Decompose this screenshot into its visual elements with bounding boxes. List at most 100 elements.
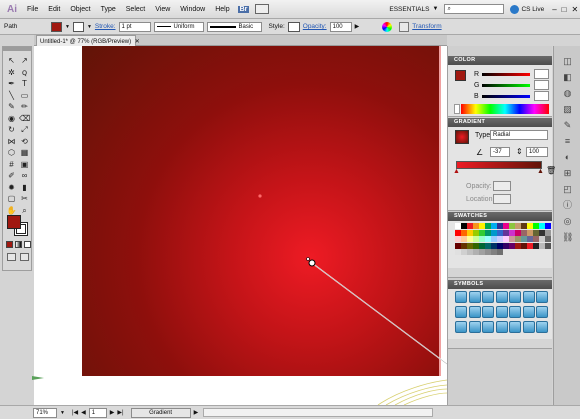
help-search-input[interactable]: ⌕ xyxy=(444,4,505,14)
fill-swatch[interactable] xyxy=(51,21,62,32)
stroke-icon[interactable]: ≡ xyxy=(562,136,573,147)
color-spectrum-bar[interactable] xyxy=(461,104,549,114)
symbol-item[interactable] xyxy=(482,291,494,303)
tools-fill-swatch[interactable] xyxy=(7,215,21,229)
rotate-icon[interactable]: ↻ xyxy=(6,124,17,135)
menu-window[interactable]: Window xyxy=(176,6,209,13)
first-artboard-icon[interactable]: |◀ xyxy=(72,409,78,416)
drawing-mode-icon[interactable] xyxy=(7,253,16,261)
fill-dropdown-icon[interactable]: ▼ xyxy=(65,24,70,30)
channel-r-slider[interactable] xyxy=(482,73,530,76)
symbol-item[interactable] xyxy=(522,321,535,333)
direct-selection-icon[interactable]: ↗ xyxy=(19,55,30,66)
symbol-item[interactable] xyxy=(495,306,508,318)
channel-g-field[interactable] xyxy=(534,80,549,90)
info-icon[interactable]: ⓘ xyxy=(562,200,573,211)
symbol-item[interactable] xyxy=(455,321,467,333)
swatch[interactable] xyxy=(545,229,551,236)
document-tab[interactable]: Untitled-1* @ 77% (RGB/Preview) ✕ xyxy=(36,35,140,46)
artboard-radial-gradient-rectangle[interactable] xyxy=(82,46,439,376)
artboard-number-field[interactable]: 1 xyxy=(88,407,107,418)
workspace-switcher[interactable]: ESSENTIALS xyxy=(389,6,429,13)
menu-select[interactable]: Select xyxy=(122,6,149,13)
pencil-icon[interactable]: ✏ xyxy=(19,101,30,112)
previous-artboard-icon[interactable]: ◀ xyxy=(81,409,86,416)
close-tab-icon[interactable]: ✕ xyxy=(135,39,140,45)
bridge-icon[interactable]: Br xyxy=(237,5,250,13)
cs-live-label[interactable]: CS Live xyxy=(521,6,544,13)
eyedropper-icon[interactable]: ✐ xyxy=(6,170,17,181)
stroke-label[interactable]: Stroke: xyxy=(95,23,116,30)
magic-wand-icon[interactable]: ✲ xyxy=(6,67,17,78)
symbol-item[interactable] xyxy=(522,291,535,303)
symbol-item[interactable] xyxy=(468,291,481,303)
swatch[interactable] xyxy=(545,223,551,229)
transform-link[interactable]: Transform xyxy=(412,23,441,30)
mesh-icon[interactable]: # xyxy=(6,159,17,170)
gradient-icon[interactable]: ▣ xyxy=(19,159,30,170)
symbol-item[interactable] xyxy=(468,321,481,333)
pen-icon[interactable]: ✒ xyxy=(6,78,17,89)
menu-help[interactable]: Help xyxy=(211,6,233,13)
status-menu-icon[interactable]: ▶ xyxy=(194,409,199,416)
symbol-item[interactable] xyxy=(482,321,494,333)
selection-icon[interactable]: ↖ xyxy=(6,55,17,66)
transparency-icon[interactable]: ◐ xyxy=(562,152,573,163)
symbol-item[interactable] xyxy=(495,321,508,333)
layers-icon[interactable]: ◫ xyxy=(562,56,573,67)
gradient-location-field[interactable] xyxy=(493,194,511,204)
hand-icon[interactable]: ✋ xyxy=(6,205,17,216)
zoom-dropdown-icon[interactable]: ▼ xyxy=(60,410,65,416)
lasso-icon[interactable]: ꞯ xyxy=(19,67,30,78)
brush-definition[interactable]: Basic xyxy=(206,21,262,32)
align-icon[interactable] xyxy=(399,21,410,32)
gradient-type-dropdown[interactable]: Radial xyxy=(490,130,548,140)
stroke-dropdown-icon[interactable]: ▼ xyxy=(87,24,92,30)
fill-color-swatch[interactable] xyxy=(455,70,466,81)
opacity-arrow-icon[interactable]: ▶ xyxy=(355,23,360,30)
menu-type[interactable]: Type xyxy=(97,6,120,13)
gradient-stop-left-icon[interactable]: ▲ xyxy=(453,168,460,175)
width-icon[interactable]: ⋈ xyxy=(6,136,17,147)
horizontal-scrollbar[interactable] xyxy=(203,408,434,417)
artboards-icon[interactable]: ◧ xyxy=(562,72,573,83)
symbol-item[interactable] xyxy=(536,321,548,333)
channel-b-slider[interactable] xyxy=(482,95,530,98)
symbol-item[interactable] xyxy=(455,291,467,303)
slice-icon[interactable]: ✂ xyxy=(19,193,30,204)
symbol-item[interactable] xyxy=(509,306,521,318)
gradient-ramp[interactable] xyxy=(456,161,542,169)
zoom-field[interactable]: 71% xyxy=(33,407,57,418)
menu-file[interactable]: File xyxy=(23,6,42,13)
gradient-aspect-field[interactable]: 100 xyxy=(526,147,548,157)
symbol-item[interactable] xyxy=(509,321,521,333)
channel-g-slider[interactable] xyxy=(482,84,530,87)
graphic-styles-icon[interactable]: ▨ xyxy=(562,104,573,115)
eraser-icon[interactable]: ⌫ xyxy=(19,113,30,124)
type-icon[interactable]: T xyxy=(19,78,30,89)
recolor-artwork-icon[interactable] xyxy=(382,21,393,32)
pathfinder-icon[interactable]: ◰ xyxy=(562,184,573,195)
swatch[interactable] xyxy=(545,242,551,249)
close-button[interactable]: ✕ xyxy=(572,5,579,14)
channel-b-field[interactable] xyxy=(534,91,549,101)
symbol-item[interactable] xyxy=(482,306,494,318)
symbol-item[interactable] xyxy=(536,291,548,303)
perspective-icon[interactable]: ▦ xyxy=(19,147,30,158)
line-icon[interactable]: ╲ xyxy=(6,90,17,101)
tools-gradient-mode-icon[interactable] xyxy=(15,241,22,248)
brushes-icon[interactable]: ✎ xyxy=(562,120,573,131)
channel-r-field[interactable] xyxy=(534,69,549,79)
stroke-swatch[interactable] xyxy=(72,21,84,32)
status-tool-field[interactable]: Gradient xyxy=(130,407,191,418)
last-artboard-icon[interactable]: ▶| xyxy=(117,409,123,416)
column-graph-icon[interactable]: ▮ xyxy=(19,182,30,193)
minimize-button[interactable]: – xyxy=(552,5,556,14)
opacity-label[interactable]: Opacity: xyxy=(303,23,327,30)
restore-button[interactable]: □ xyxy=(562,5,567,14)
variable-width-profile[interactable]: Uniform xyxy=(153,21,204,32)
scale-icon[interactable]: ⤢ xyxy=(19,124,30,135)
align-panel-icon[interactable]: ⊞ xyxy=(562,168,573,179)
symbol-item[interactable] xyxy=(536,306,548,318)
navigator-icon[interactable]: ◎ xyxy=(562,216,573,227)
